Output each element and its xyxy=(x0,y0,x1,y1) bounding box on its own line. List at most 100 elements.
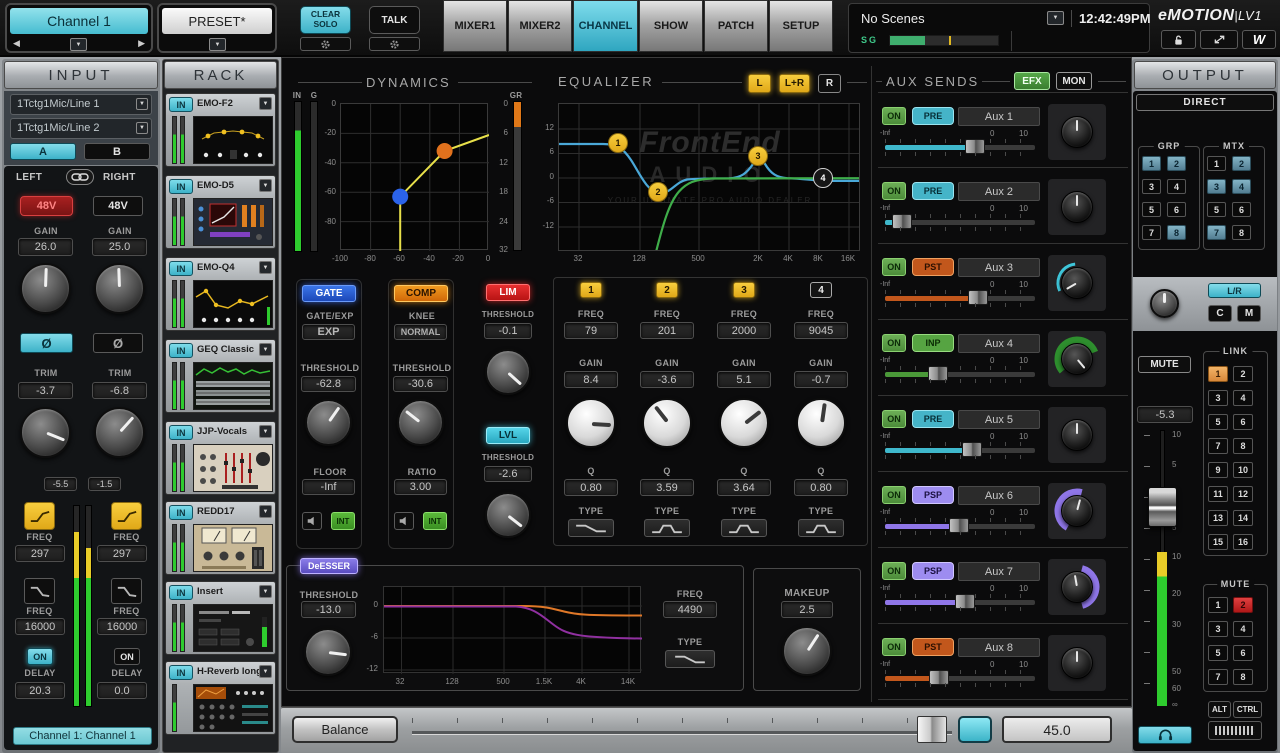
hpf-right-button[interactable] xyxy=(111,502,142,530)
eq-band1-gain-value[interactable]: 8.4 xyxy=(564,371,618,388)
plugin-thumbnail[interactable] xyxy=(193,362,273,410)
trim-left-knob[interactable] xyxy=(20,407,71,458)
link-button-15[interactable]: 15 xyxy=(1208,534,1228,550)
link-button-2[interactable]: 2 xyxy=(1233,366,1253,382)
eq-band4-q-value[interactable]: 0.80 xyxy=(794,479,848,496)
grp-button-4[interactable]: 4 xyxy=(1167,179,1186,194)
phantom-48v-left-button[interactable]: 48V xyxy=(20,196,73,216)
aux1-mode-button[interactable]: PRE xyxy=(912,107,954,125)
link-button-3[interactable]: 3 xyxy=(1208,390,1228,406)
mtx-button-2[interactable]: 2 xyxy=(1232,156,1251,171)
direct-button[interactable]: DIRECT xyxy=(1136,94,1274,111)
grp-button-6[interactable]: 6 xyxy=(1167,202,1186,217)
aux1-pan-knob[interactable] xyxy=(1061,116,1093,148)
eq-band1-q-value[interactable]: 0.80 xyxy=(564,479,618,496)
eq-band1-dot[interactable]: 1 xyxy=(608,133,628,153)
delay-on-left-button[interactable]: ON xyxy=(27,648,53,665)
source-select-left[interactable]: 1Tctg1Mic/Line 1 xyxy=(10,94,152,115)
aux5-name[interactable]: Aux 5 xyxy=(958,410,1040,429)
aux7-mode-button[interactable]: PSP xyxy=(912,562,954,580)
gate-int-button[interactable]: INT xyxy=(331,512,355,530)
keyboard-button[interactable] xyxy=(1208,721,1262,740)
plugin-dropdown-icon[interactable]: ▼ xyxy=(259,505,272,518)
aux6-mode-button[interactable]: PSP xyxy=(912,486,954,504)
grp-button-2[interactable]: 2 xyxy=(1167,156,1186,171)
gate-threshold-handle[interactable] xyxy=(392,189,408,205)
plugin-dropdown-icon[interactable]: ▼ xyxy=(259,343,272,356)
aux5-pan-knob[interactable] xyxy=(1061,419,1093,451)
trim-right-value[interactable]: -6.8 xyxy=(92,382,147,399)
aux6-on-button[interactable]: ON xyxy=(882,486,906,504)
mtx-button-6[interactable]: 6 xyxy=(1232,202,1251,217)
level-button[interactable]: LVL xyxy=(486,427,530,444)
plugin-in-button[interactable]: IN xyxy=(169,97,193,112)
clear-solo-button[interactable]: CLEAR SOLO xyxy=(300,6,351,34)
aux6-name[interactable]: Aux 6 xyxy=(958,486,1040,505)
link-button-11[interactable]: 11 xyxy=(1208,486,1228,502)
aux7-name[interactable]: Aux 7 xyxy=(958,562,1040,581)
plugin-thumbnail[interactable] xyxy=(193,116,273,164)
aux2-mode-button[interactable]: PRE xyxy=(912,182,954,200)
link-button-8[interactable]: 8 xyxy=(1233,438,1253,454)
plugin-thumbnail[interactable] xyxy=(193,684,273,732)
lpf-left-button[interactable] xyxy=(24,578,55,604)
aux1-name[interactable]: Aux 1 xyxy=(958,107,1040,126)
hpf-right-value[interactable]: 297 xyxy=(97,545,147,562)
link-button-5[interactable]: 5 xyxy=(1208,414,1228,430)
aux4-pan-knob[interactable] xyxy=(1061,343,1093,375)
aux3-name[interactable]: Aux 3 xyxy=(958,258,1040,277)
makeup-value[interactable]: 2.5 xyxy=(781,601,833,618)
expand-window-button[interactable] xyxy=(1200,30,1238,49)
preset-display[interactable]: PRESET* xyxy=(162,8,272,34)
grp-button-8[interactable]: 8 xyxy=(1167,225,1186,240)
eq-band3-gain-knob[interactable] xyxy=(719,398,769,448)
lvl-threshold-value[interactable]: -2.6 xyxy=(484,466,532,482)
mute-button-2[interactable]: 2 xyxy=(1233,597,1253,613)
gain-right-value[interactable]: 25.0 xyxy=(92,238,147,256)
plugin-thumbnail[interactable] xyxy=(193,198,273,246)
delay-right-value[interactable]: 0.0 xyxy=(97,682,147,699)
phantom-48v-right-button[interactable]: 48V xyxy=(93,196,143,216)
plugin-dropdown-icon[interactable]: ▼ xyxy=(259,585,272,598)
plugin-dropdown-icon[interactable]: ▼ xyxy=(259,665,272,678)
source-select-right[interactable]: 1Tctg1Mic/Line 2 xyxy=(10,118,152,139)
gain-left-knob[interactable] xyxy=(20,263,71,314)
plugin-thumbnail[interactable] xyxy=(193,280,273,328)
lpf-right-value[interactable]: 16000 xyxy=(97,618,147,635)
link-button-16[interactable]: 16 xyxy=(1233,534,1253,550)
comp-ratio-value[interactable]: 3.00 xyxy=(394,479,447,495)
aux8-on-button[interactable]: ON xyxy=(882,638,906,656)
mtx-button-7[interactable]: 7 xyxy=(1207,225,1226,240)
tab-patch[interactable]: PATCH xyxy=(704,0,768,52)
aux4-mode-button[interactable]: INP xyxy=(912,334,954,352)
aux7-pan-knob[interactable] xyxy=(1061,571,1093,603)
aux2-on-button[interactable]: ON xyxy=(882,182,906,200)
aux8-pan-knob[interactable] xyxy=(1061,647,1093,679)
grp-button-3[interactable]: 3 xyxy=(1142,179,1161,194)
aux1-on-button[interactable]: ON xyxy=(882,107,906,125)
eq-band3-gain-value[interactable]: 5.1 xyxy=(717,371,771,388)
aux3-on-button[interactable]: ON xyxy=(882,258,906,276)
plugin-dropdown-icon[interactable]: ▼ xyxy=(259,261,272,274)
aux8-mode-button[interactable]: PST xyxy=(912,638,954,656)
mute-button-7[interactable]: 7 xyxy=(1208,669,1228,685)
deesser-freq-value[interactable]: 4490 xyxy=(663,601,717,618)
hpf-left-value[interactable]: 297 xyxy=(15,545,65,562)
eq-band4-freq-value[interactable]: 9045 xyxy=(794,322,848,339)
plugin-in-button[interactable]: IN xyxy=(169,343,193,358)
lim-threshold-value[interactable]: -0.1 xyxy=(484,323,532,339)
output-pan-knob[interactable] xyxy=(1150,289,1179,318)
mute-button-8[interactable]: 8 xyxy=(1233,669,1253,685)
aux4-on-button[interactable]: ON xyxy=(882,334,906,352)
plugin-dropdown-icon[interactable]: ▼ xyxy=(259,425,272,438)
delay-left-value[interactable]: 20.3 xyxy=(15,682,65,699)
eq-band3-button[interactable]: 3 xyxy=(733,282,755,298)
eq-band1-gain-knob[interactable] xyxy=(566,398,616,448)
talk-settings-button[interactable] xyxy=(369,37,420,51)
preset-dropdown-icon[interactable]: ▼ xyxy=(209,38,226,51)
link-button-7[interactable]: 7 xyxy=(1208,438,1228,454)
phase-right-button[interactable]: Ø xyxy=(93,333,143,353)
gain-right-knob[interactable] xyxy=(94,263,145,314)
gate-mode-value[interactable]: EXP xyxy=(302,324,355,340)
link-button-9[interactable]: 9 xyxy=(1208,462,1228,478)
